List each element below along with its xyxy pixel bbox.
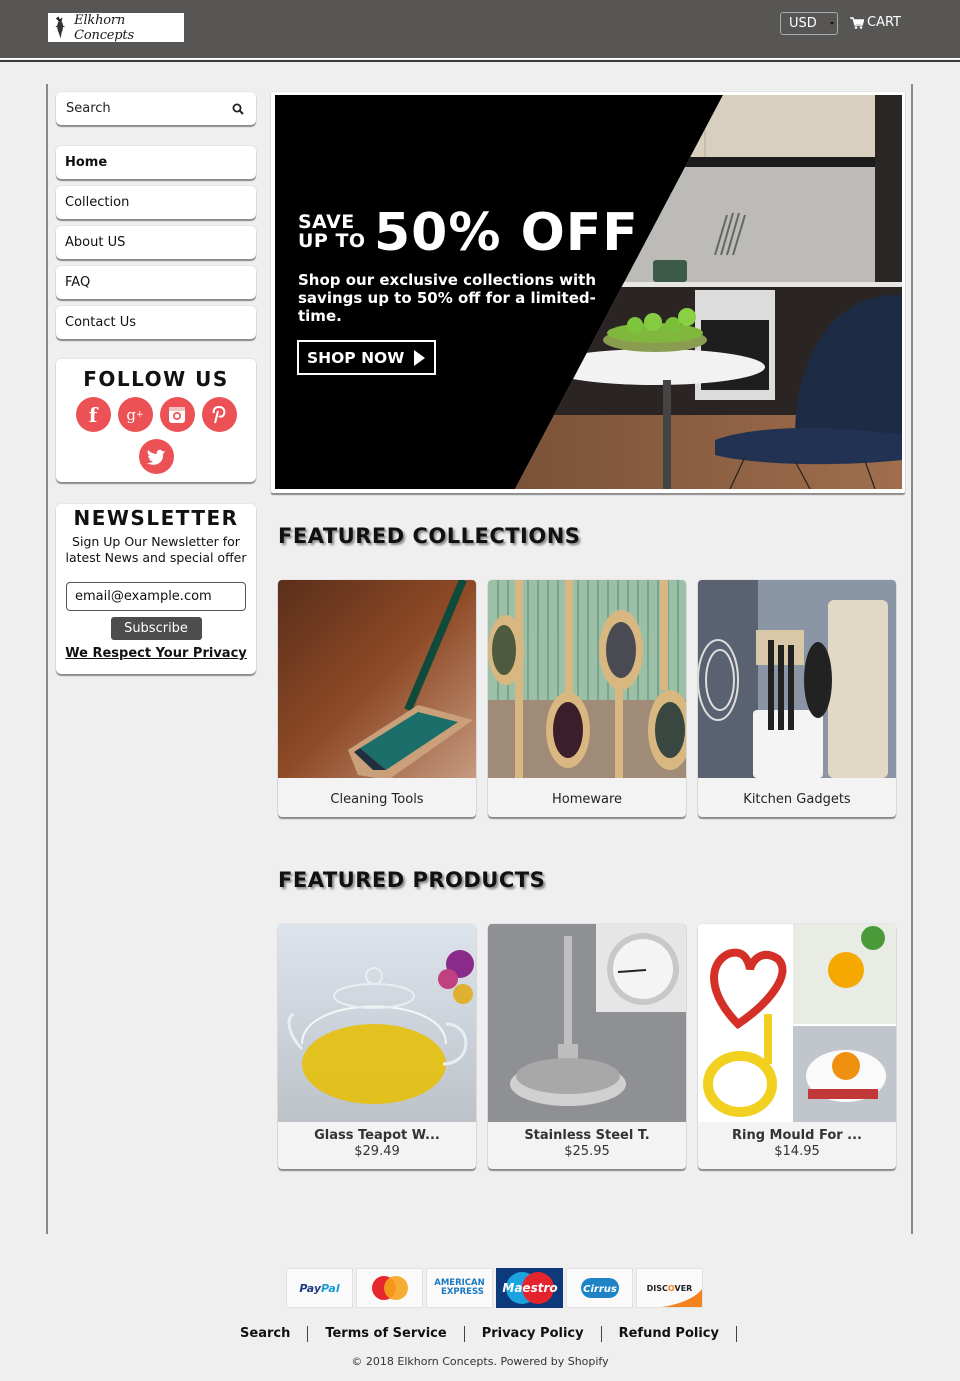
mastercard-icon bbox=[356, 1268, 423, 1308]
shop-now-label: SHOP NOW bbox=[307, 348, 405, 367]
page-frame-right bbox=[911, 84, 913, 1234]
chevron-down-icon bbox=[830, 22, 834, 25]
follow-us-title: FOLLOW US bbox=[83, 367, 229, 391]
sidebar-item-home[interactable]: Home bbox=[56, 146, 256, 179]
collection-label: Cleaning Tools bbox=[330, 792, 424, 807]
logo-text: Elkhorn Concepts bbox=[74, 12, 134, 43]
pinterest-icon[interactable] bbox=[201, 397, 237, 432]
product-price: $29.49 bbox=[354, 1144, 400, 1159]
product-price: $25.95 bbox=[564, 1144, 610, 1159]
email-field[interactable] bbox=[66, 582, 246, 611]
kitchen-gadgets-image bbox=[698, 580, 896, 778]
product-card[interactable]: Stainless Steel T. $25.95 bbox=[488, 924, 686, 1169]
cart-link[interactable]: CART bbox=[850, 15, 901, 30]
hero-headline: 50% OFF bbox=[374, 203, 639, 263]
newsletter-title: NEWSLETTER bbox=[73, 506, 239, 530]
newsletter-text: Sign Up Our Newsletter for latest News a… bbox=[65, 534, 247, 565]
privacy-link[interactable]: We Respect Your Privacy bbox=[56, 646, 256, 661]
collection-card-cleaning-tools[interactable]: Cleaning Tools bbox=[278, 580, 476, 817]
collection-label: Homeware bbox=[551, 792, 623, 807]
collection-card-kitchen-gadgets[interactable]: Kitchen Gadgets bbox=[698, 580, 896, 817]
ring-mould-image bbox=[698, 924, 896, 1122]
footer-link-terms-of-service[interactable]: Terms of Service bbox=[308, 1326, 465, 1342]
elk-logo-icon bbox=[55, 16, 65, 39]
currency-select[interactable]: USD bbox=[780, 12, 838, 35]
product-price: $14.95 bbox=[774, 1144, 820, 1159]
sidebar-item-collection[interactable]: Collection bbox=[56, 186, 256, 219]
twitter-icon[interactable] bbox=[138, 439, 174, 474]
currency-value: USD bbox=[789, 16, 817, 31]
site-header: Elkhorn Concepts USD CART bbox=[0, 0, 960, 58]
instagram-icon[interactable] bbox=[159, 397, 195, 432]
sidebar-item-contact-us[interactable]: Contact Us bbox=[56, 306, 256, 339]
search-icon[interactable] bbox=[232, 103, 244, 115]
follow-us-panel: FOLLOW US f g + bbox=[56, 359, 256, 482]
cirrus-icon: Cirrus bbox=[566, 1268, 633, 1308]
american-express-icon: AMERICAN EXPRESS bbox=[426, 1268, 493, 1308]
footer-link-privacy-policy[interactable]: Privacy Policy bbox=[465, 1326, 602, 1342]
cart-label: CART bbox=[867, 15, 901, 30]
nav-label: About US bbox=[65, 235, 126, 250]
footer-links: Search Terms of Service Privacy Policy R… bbox=[0, 1326, 960, 1342]
hero-save-text: SAVE UP TO bbox=[298, 213, 366, 251]
footer-link-refund-policy[interactable]: Refund Policy bbox=[602, 1326, 737, 1342]
paypal-icon: PayPal bbox=[286, 1268, 353, 1308]
sidebar-item-about-us[interactable]: About US bbox=[56, 226, 256, 259]
svg-text:Cirrus: Cirrus bbox=[583, 1284, 617, 1295]
nav-label: Collection bbox=[65, 195, 130, 210]
collection-label: Kitchen Gadgets bbox=[743, 792, 851, 807]
play-arrow-icon bbox=[414, 349, 426, 366]
copyright: © 2018 Elkhorn Concepts. Powered by Shop… bbox=[351, 1355, 609, 1368]
page-frame-left bbox=[46, 84, 48, 1234]
subscribe-button[interactable]: Subscribe bbox=[110, 617, 202, 640]
google-plus-icon[interactable]: g + bbox=[117, 397, 153, 432]
hero-subtext: Shop our exclusive collections with savi… bbox=[298, 271, 596, 325]
stainless-thermometer-image bbox=[488, 924, 686, 1122]
sidebar-item-faq[interactable]: FAQ bbox=[56, 266, 256, 299]
cleaning-tools-image bbox=[278, 580, 476, 778]
footer-link-search[interactable]: Search bbox=[223, 1326, 309, 1342]
maestro-icon: Maestro bbox=[496, 1268, 563, 1308]
shop-now-button[interactable]: SHOP NOW bbox=[297, 340, 436, 375]
product-name: Stainless Steel T. bbox=[524, 1128, 650, 1143]
header-divider bbox=[0, 58, 960, 62]
product-card[interactable]: Glass Teapot W... $29.49 bbox=[278, 924, 476, 1169]
svg-text:Maestro: Maestro bbox=[502, 1281, 557, 1295]
hero-banner[interactable]: SAVE UP TO 50% OFF Shop our exclusive co… bbox=[271, 92, 905, 493]
payment-icons: PayPal AMERICAN EXPRESS Maestro Cirrus D… bbox=[286, 1268, 703, 1308]
discover-icon: DISCOVER bbox=[636, 1268, 703, 1308]
homeware-image bbox=[488, 580, 686, 778]
featured-collections-title: FEATURED COLLECTIONS bbox=[278, 524, 581, 548]
cart-icon bbox=[850, 16, 864, 29]
collection-card-homeware[interactable]: Homeware bbox=[488, 580, 686, 817]
search-input[interactable]: Search bbox=[56, 92, 256, 125]
product-name: Ring Mould For ... bbox=[732, 1128, 862, 1143]
hero-save-line2: UP TO bbox=[298, 230, 366, 252]
featured-products-title: FEATURED PRODUCTS bbox=[278, 868, 546, 892]
nav-label: FAQ bbox=[65, 275, 91, 290]
nav-label: Home bbox=[65, 155, 108, 170]
product-card[interactable]: Ring Mould For ... $14.95 bbox=[698, 924, 896, 1169]
search-placeholder: Search bbox=[66, 101, 111, 116]
newsletter-panel: NEWSLETTER Sign Up Our Newsletter for la… bbox=[56, 504, 256, 674]
glass-teapot-image bbox=[278, 924, 476, 1122]
facebook-icon[interactable]: f bbox=[75, 397, 111, 432]
logo[interactable]: Elkhorn Concepts bbox=[48, 12, 184, 43]
nav-label: Contact Us bbox=[65, 315, 136, 330]
product-name: Glass Teapot W... bbox=[314, 1128, 440, 1143]
